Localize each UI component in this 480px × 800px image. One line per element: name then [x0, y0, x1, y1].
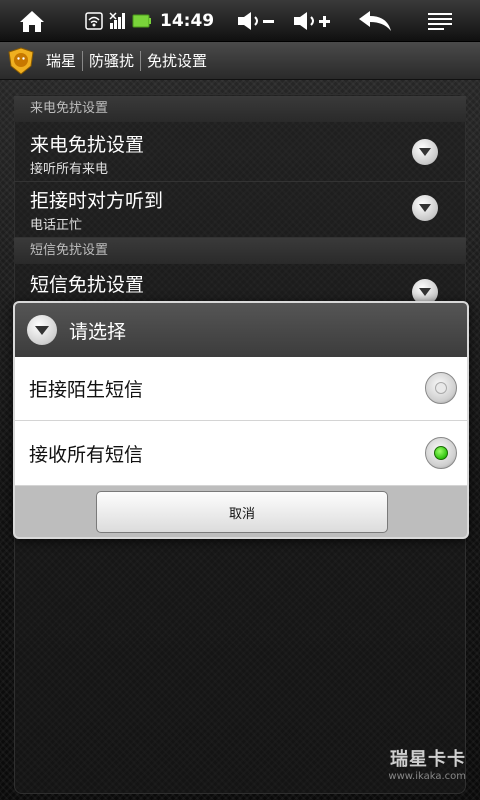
radio-button[interactable]	[425, 437, 457, 469]
reject-tone-preference[interactable]: 拒接时对方听到 电话正忙	[14, 178, 466, 238]
section-header-sms: 短信免扰设置	[14, 238, 466, 264]
pref-summary: 电话正忙	[30, 218, 83, 233]
dropdown-arrow-icon	[412, 139, 438, 165]
clock: 14:49	[160, 10, 215, 31]
option-accept-all-sms[interactable]: 接收所有短信	[15, 422, 467, 486]
pref-title: 来电免扰设置	[30, 134, 145, 156]
volume-up-button[interactable]	[284, 0, 340, 42]
signal-icon	[109, 11, 125, 29]
breadcrumb-dnd-settings[interactable]: 免扰设置	[141, 50, 213, 71]
pref-title: 拒接时对方听到	[30, 190, 164, 212]
option-reject-unknown-sms[interactable]: 拒接陌生短信	[15, 357, 467, 421]
menu-button[interactable]	[410, 0, 470, 42]
call-dnd-preference[interactable]: 来电免扰设置 接听所有来电	[14, 122, 466, 182]
wifi-icon	[85, 11, 103, 30]
app-name[interactable]: 瑞星	[40, 50, 82, 71]
option-label: 接收所有短信	[29, 444, 144, 466]
status-indicators	[84, 11, 152, 31]
watermark-logo: 瑞星卡卡	[390, 749, 466, 770]
volume-down-icon	[238, 11, 275, 30]
back-button[interactable]	[340, 0, 410, 42]
watermark: 瑞星卡卡 www.ikaka.com	[388, 745, 466, 782]
volume-up-icon	[294, 11, 331, 30]
home-button[interactable]	[0, 0, 64, 42]
dialog-footer: 取消	[15, 486, 467, 537]
volume-down-button[interactable]	[228, 0, 284, 42]
title-bar: 瑞星 防骚扰 免扰设置	[0, 42, 480, 80]
home-icon	[20, 10, 44, 32]
radio-button[interactable]	[425, 372, 457, 404]
lion-logo-icon	[8, 46, 34, 75]
dropdown-circle-icon	[27, 315, 57, 345]
section-header-calls: 来电免扰设置	[14, 96, 466, 122]
dropdown-arrow-icon	[412, 195, 438, 221]
pref-summary: 接听所有来电	[30, 162, 109, 177]
breadcrumb-anti-harass[interactable]: 防骚扰	[83, 50, 140, 71]
pref-title: 短信免扰设置	[30, 274, 145, 296]
dialog-title: 请选择	[69, 320, 127, 343]
watermark-url: www.ikaka.com	[388, 771, 466, 782]
battery-icon	[132, 14, 151, 27]
cancel-button[interactable]: 取消	[96, 491, 388, 533]
menu-icon	[428, 12, 453, 30]
radio-unchecked-icon	[435, 382, 447, 394]
radio-checked-icon	[434, 446, 448, 460]
option-label: 拒接陌生短信	[29, 379, 144, 401]
back-icon	[359, 10, 392, 31]
status-bar: 14:49	[0, 0, 480, 42]
dialog-header: 请选择	[15, 303, 467, 357]
choice-dialog: 请选择 拒接陌生短信 接收所有短信 取消	[13, 301, 469, 539]
